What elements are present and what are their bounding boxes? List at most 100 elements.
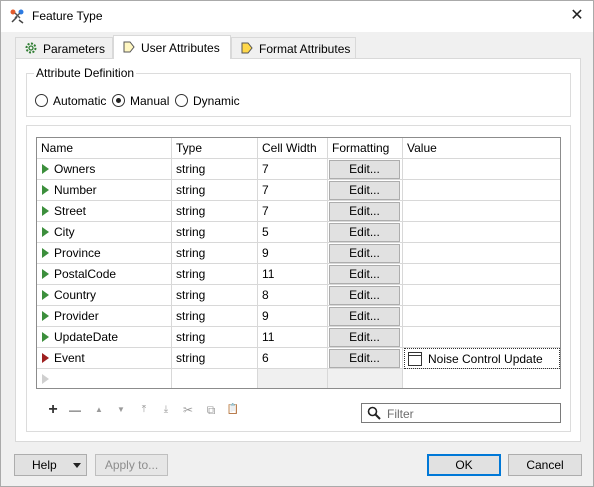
edit-formatting-button[interactable]: Edit... [329,223,400,242]
cell-name[interactable]: Number [37,180,172,200]
close-icon[interactable]: ✕ [566,5,588,27]
row-expand-arrow-icon[interactable] [42,332,49,342]
move-to-bottom-icon[interactable]: ⤓ [157,401,175,419]
row-expand-arrow-icon[interactable] [42,269,49,279]
table-row[interactable]: UpdateDate string 11 Edit... [37,327,560,348]
cell-name[interactable]: Event [37,348,172,368]
cell-name[interactable]: Owners [37,159,172,179]
new-row-name-cell[interactable] [37,369,172,388]
cell-type[interactable]: string [172,222,258,242]
cell-type[interactable]: string [172,264,258,284]
cell-value[interactable] [403,201,560,221]
cell-type[interactable]: string [172,201,258,221]
row-expand-arrow-icon[interactable] [42,353,49,363]
value-editor[interactable]: Noise Control Update [404,348,560,369]
cell-width[interactable]: 9 [258,306,328,326]
cell-width[interactable]: 9 [258,243,328,263]
cell-name[interactable]: Provider [37,306,172,326]
cell-type[interactable]: string [172,327,258,347]
cell-value[interactable] [403,285,560,305]
cell-width[interactable]: 6 [258,348,328,368]
cell-name[interactable]: Province [37,243,172,263]
move-to-top-icon[interactable]: ⤒ [135,401,153,419]
cell-type[interactable]: string [172,159,258,179]
edit-formatting-button[interactable]: Edit... [329,307,400,326]
cell-width[interactable]: 7 [258,180,328,200]
edit-formatting-button[interactable]: Edit... [329,202,400,221]
cell-type[interactable]: string [172,285,258,305]
cell-value[interactable] [403,327,560,347]
table-row[interactable]: Street string 7 Edit... [37,201,560,222]
cell-value[interactable] [403,159,560,179]
tab-user-attributes[interactable]: User Attributes [113,35,231,59]
cell-width[interactable]: 11 [258,327,328,347]
edit-formatting-button[interactable]: Edit... [329,160,400,179]
edit-formatting-button[interactable]: Edit... [329,244,400,263]
cancel-button[interactable]: Cancel [508,454,582,476]
table-row[interactable]: Provider string 9 Edit... [37,306,560,327]
column-header-cell-width[interactable]: Cell Width [258,138,328,159]
row-expand-arrow-icon[interactable] [42,311,49,321]
paste-icon[interactable]: 📋 [224,401,242,419]
row-expand-arrow-icon[interactable] [42,227,49,237]
copy-icon[interactable]: ⧉ [202,401,220,419]
edit-formatting-button[interactable]: Edit... [329,328,400,347]
cell-width[interactable]: 8 [258,285,328,305]
column-header-type[interactable]: Type [172,138,258,159]
table-row[interactable]: Owners string 7 Edit... [37,159,560,180]
table-row[interactable]: Number string 7 Edit... [37,180,560,201]
table-row[interactable]: PostalCode string 11 Edit... [37,264,560,285]
cell-width[interactable]: 7 [258,159,328,179]
edit-formatting-button[interactable]: Edit... [329,349,400,368]
tab-parameters[interactable]: Parameters [15,37,113,58]
cell-value[interactable] [403,264,560,284]
move-down-icon[interactable]: ▼ [112,401,130,419]
edit-formatting-button[interactable]: Edit... [329,265,400,284]
cell-value[interactable] [403,222,560,242]
cut-icon[interactable]: ✂ [179,401,197,419]
radio-manual-circle[interactable] [112,94,125,107]
column-header-formatting[interactable]: Formatting [328,138,403,159]
cell-type[interactable]: string [172,348,258,368]
table-row[interactable]: City string 5 Edit... [37,222,560,243]
cell-name[interactable]: PostalCode [37,264,172,284]
cell-value[interactable] [403,306,560,326]
apply-to-button[interactable]: Apply to... [95,454,168,476]
cell-name[interactable]: City [37,222,172,242]
row-expand-arrow-icon[interactable] [42,290,49,300]
ok-button[interactable]: OK [427,454,501,476]
cell-width[interactable]: 7 [258,201,328,221]
cell-width[interactable]: 11 [258,264,328,284]
radio-dynamic-circle[interactable] [175,94,188,107]
cell-name[interactable]: Street [37,201,172,221]
edit-formatting-button[interactable]: Edit... [329,181,400,200]
table-row[interactable]: Country string 8 Edit... [37,285,560,306]
remove-icon[interactable]: — [66,401,84,419]
row-expand-arrow-icon[interactable] [42,185,49,195]
cell-value[interactable] [403,180,560,200]
row-expand-arrow-icon[interactable] [42,206,49,216]
value-checkbox-icon[interactable] [408,352,422,366]
new-row-type-cell[interactable] [172,369,258,388]
cell-name[interactable]: UpdateDate [37,327,172,347]
cell-name[interactable]: Country [37,285,172,305]
table-row[interactable]: Province string 9 Edit... [37,243,560,264]
move-up-icon[interactable]: ▲ [90,401,108,419]
cell-value[interactable] [403,243,560,263]
tab-format-attributes[interactable]: Format Attributes [231,37,356,58]
cell-type[interactable]: string [172,180,258,200]
new-row-placeholder[interactable] [37,369,560,388]
table-row[interactable]: Event string 6 Edit... Noise Control Upd… [37,348,560,369]
cell-type[interactable]: string [172,243,258,263]
help-button[interactable]: Help [14,454,87,476]
column-header-name[interactable]: Name [37,138,172,159]
cell-type[interactable]: string [172,306,258,326]
column-header-value[interactable]: Value [403,138,560,159]
add-icon[interactable]: + [44,401,62,419]
row-expand-arrow-icon[interactable] [42,248,49,258]
radio-automatic-circle[interactable] [35,94,48,107]
cell-value[interactable]: Noise Control Update [403,348,560,369]
row-expand-arrow-icon[interactable] [42,164,49,174]
filter-input[interactable]: Filter [361,403,561,423]
cell-width[interactable]: 5 [258,222,328,242]
